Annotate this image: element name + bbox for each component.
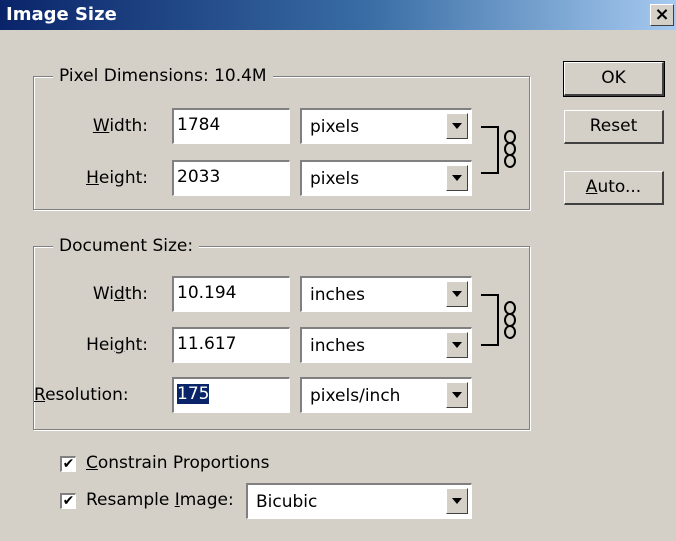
pixel-height-value: 2033 <box>177 167 221 187</box>
doc-width-label: Width: <box>92 284 148 304</box>
check-icon: ✔ <box>62 493 75 509</box>
doc-height-value: 11.617 <box>177 334 237 354</box>
title-bar[interactable]: Image Size × <box>0 0 676 30</box>
chevron-down-icon[interactable] <box>446 382 468 408</box>
pixel-dimensions-size: 10.4M <box>214 66 267 86</box>
constrain-proportions-checkbox[interactable]: ✔ <box>60 456 76 472</box>
resolution-value: 175 <box>177 384 210 404</box>
chevron-down-icon[interactable] <box>446 165 468 191</box>
doc-height-label: Height: <box>86 335 148 355</box>
resolution-label: Resolution: <box>34 385 129 405</box>
chevron-down-icon[interactable] <box>446 332 468 358</box>
doc-height-unit-select[interactable]: inches <box>300 327 472 363</box>
document-size-legend: Document Size: <box>53 236 200 256</box>
doc-width-unit-value: inches <box>310 285 365 305</box>
pixel-link-bracket <box>481 126 499 174</box>
constrain-proportions-label[interactable]: Constrain Proportions <box>86 453 269 473</box>
pixel-width-unit-value: pixels <box>310 117 360 137</box>
close-icon[interactable]: × <box>650 4 674 26</box>
chevron-down-icon[interactable] <box>446 281 468 307</box>
pixel-height-unit-value: pixels <box>310 169 360 189</box>
link-chain-icon <box>504 301 516 339</box>
check-icon: ✔ <box>62 456 75 472</box>
link-chain-icon <box>504 130 516 168</box>
resample-method-value: Bicubic <box>256 492 318 512</box>
window-title: Image Size <box>6 4 117 25</box>
ok-button[interactable]: OK <box>563 61 665 97</box>
reset-button[interactable]: Reset <box>564 110 664 144</box>
chevron-down-icon[interactable] <box>446 113 468 139</box>
pixel-width-label: Width: <box>92 116 148 136</box>
pixel-width-value: 1784 <box>177 115 221 135</box>
doc-height-unit-value: inches <box>310 336 365 356</box>
resolution-unit-value: pixels/inch <box>310 386 401 406</box>
resample-method-select[interactable]: Bicubic <box>246 483 472 519</box>
auto-button[interactable]: Auto... <box>564 171 664 205</box>
doc-height-input[interactable]: 11.617 <box>172 327 290 363</box>
pixel-dimensions-label: Pixel Dimensions: <box>59 66 209 86</box>
chevron-down-icon[interactable] <box>446 488 468 514</box>
pixel-height-label: Height: <box>86 168 148 188</box>
pixel-dimensions-legend: Pixel Dimensions: 10.4M <box>53 66 273 86</box>
resample-image-label[interactable]: Resample Image: <box>86 490 234 510</box>
pixel-width-unit-select[interactable]: pixels <box>300 108 472 144</box>
pixel-height-input[interactable]: 2033 <box>172 160 290 196</box>
doc-width-input[interactable]: 10.194 <box>172 276 290 312</box>
doc-width-value: 10.194 <box>177 283 237 303</box>
pixel-width-input[interactable]: 1784 <box>172 108 290 144</box>
resample-image-checkbox[interactable]: ✔ <box>60 493 76 509</box>
pixel-height-unit-select[interactable]: pixels <box>300 160 472 196</box>
doc-link-bracket <box>481 294 499 346</box>
resolution-unit-select[interactable]: pixels/inch <box>300 377 472 413</box>
doc-width-unit-select[interactable]: inches <box>300 276 472 312</box>
resolution-input[interactable]: 175 <box>172 377 290 413</box>
